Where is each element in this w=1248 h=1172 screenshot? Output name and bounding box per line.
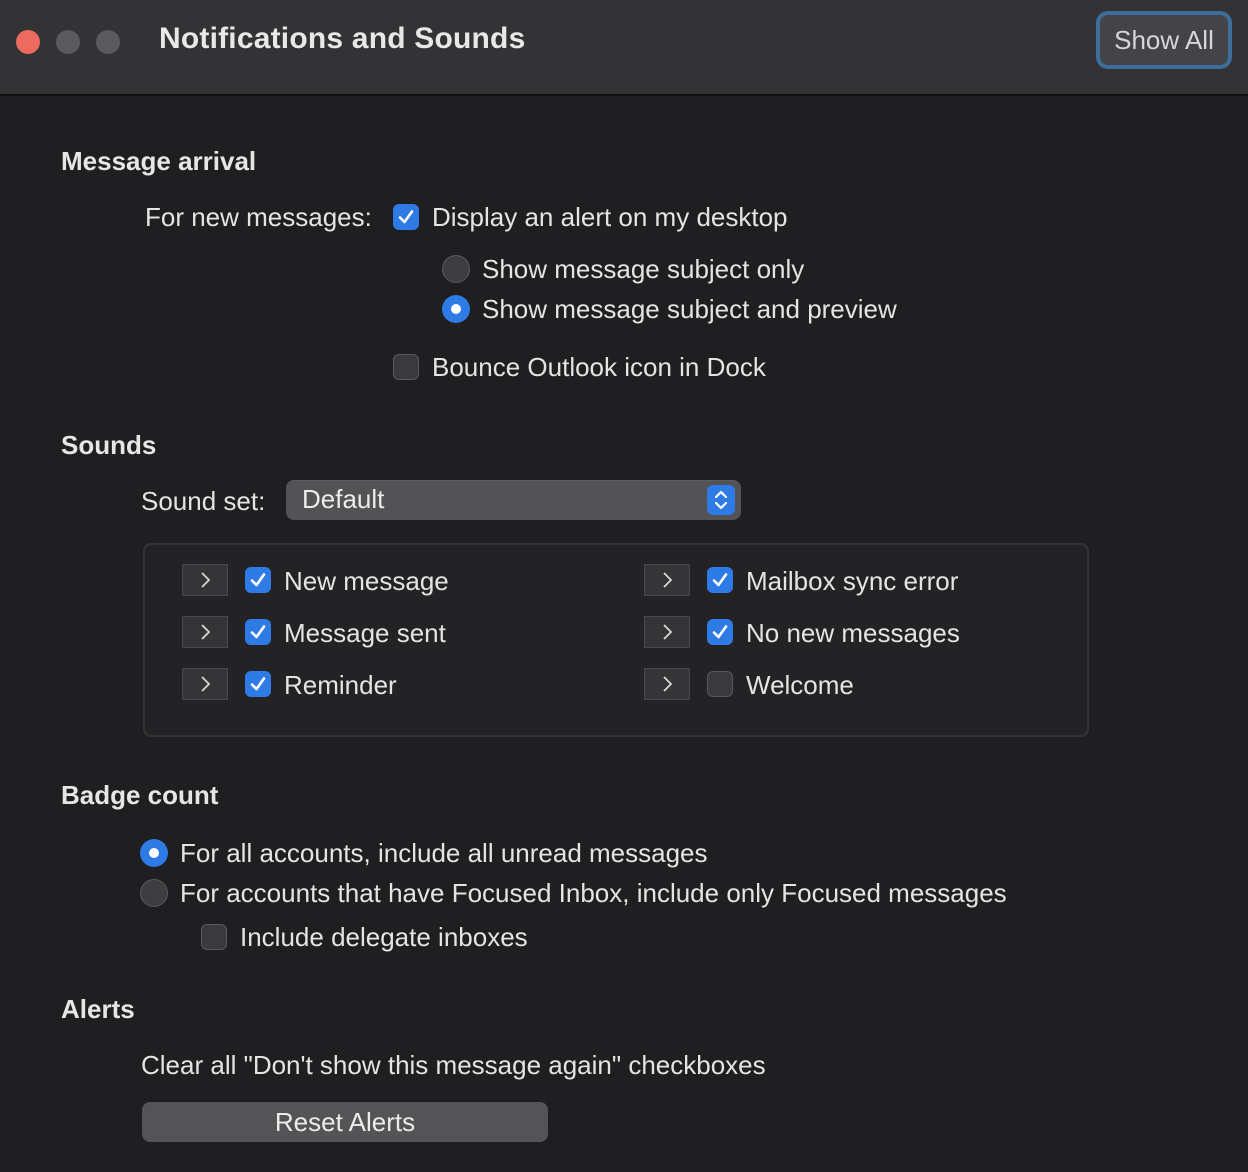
minimize-window-button[interactable] — [56, 30, 80, 54]
show-all-button[interactable]: Show All — [1096, 11, 1232, 69]
sound-set-value: Default — [302, 484, 385, 514]
chevron-right-icon — [663, 624, 673, 640]
new-message-checkbox[interactable] — [245, 567, 271, 593]
subject-preview-radio[interactable] — [442, 295, 470, 323]
message-arrival-heading: Message arrival — [61, 146, 257, 176]
message-sent-checkbox[interactable] — [245, 619, 271, 645]
welcome-checkbox[interactable] — [707, 671, 733, 697]
close-window-button[interactable] — [16, 30, 40, 54]
include-delegate-checkbox[interactable] — [201, 924, 227, 950]
welcome-label[interactable]: Welcome — [746, 670, 854, 701]
focused-only-radio[interactable] — [140, 879, 168, 907]
reminder-checkbox[interactable] — [245, 671, 271, 697]
alerts-heading: Alerts — [61, 994, 135, 1024]
expand-no-new-messages-button[interactable] — [644, 616, 690, 648]
message-sent-label[interactable]: Message sent — [284, 618, 446, 649]
mailbox-sync-error-label[interactable]: Mailbox sync error — [746, 566, 958, 597]
chevron-right-icon — [663, 572, 673, 588]
chevron-right-icon — [663, 676, 673, 692]
all-unread-radio[interactable] — [140, 839, 168, 867]
subject-only-radio[interactable] — [442, 255, 470, 283]
alerts-description: Clear all "Don't show this message again… — [141, 1050, 766, 1080]
chevron-right-icon — [201, 572, 211, 588]
subject-preview-label[interactable]: Show message subject and preview — [482, 294, 897, 325]
display-alert-label[interactable]: Display an alert on my desktop — [432, 202, 788, 233]
title-bar: Notifications and Sounds Show All — [0, 0, 1248, 96]
mailbox-sync-error-checkbox[interactable] — [707, 567, 733, 593]
checkmark-icon — [712, 573, 728, 587]
checkmark-icon — [250, 625, 266, 639]
checkmark-icon — [398, 210, 414, 224]
sound-set-label: Sound set: — [141, 486, 266, 516]
sounds-heading: Sounds — [61, 430, 157, 460]
chevron-right-icon — [201, 624, 211, 640]
no-new-messages-label[interactable]: No new messages — [746, 618, 960, 649]
display-alert-checkbox[interactable] — [393, 204, 419, 230]
bounce-icon-checkbox[interactable] — [393, 354, 419, 380]
checkmark-icon — [250, 573, 266, 587]
expand-mailbox-sync-error-button[interactable] — [644, 564, 690, 596]
reminder-label[interactable]: Reminder — [284, 670, 397, 701]
no-new-messages-checkbox[interactable] — [707, 619, 733, 645]
expand-message-sent-button[interactable] — [182, 616, 228, 648]
reset-alerts-button[interactable]: Reset Alerts — [142, 1102, 548, 1142]
updown-chevron-icon — [707, 485, 735, 515]
all-unread-label[interactable]: For all accounts, include all unread mes… — [180, 838, 708, 869]
checkmark-icon — [712, 625, 728, 639]
expand-new-message-button[interactable] — [182, 564, 228, 596]
for-new-messages-label: For new messages: — [145, 202, 372, 232]
window-title: Notifications and Sounds — [159, 22, 526, 55]
chevron-right-icon — [201, 676, 211, 692]
checkmark-icon — [250, 677, 266, 691]
badge-count-heading: Badge count — [61, 780, 219, 810]
subject-only-label[interactable]: Show message subject only — [482, 254, 804, 285]
sound-set-select[interactable]: Default — [286, 480, 741, 520]
expand-welcome-button[interactable] — [644, 668, 690, 700]
bounce-icon-label[interactable]: Bounce Outlook icon in Dock — [432, 352, 766, 383]
include-delegate-label[interactable]: Include delegate inboxes — [240, 922, 528, 953]
focused-only-label[interactable]: For accounts that have Focused Inbox, in… — [180, 878, 1007, 909]
new-message-label[interactable]: New message — [284, 566, 449, 597]
zoom-window-button[interactable] — [96, 30, 120, 54]
expand-reminder-button[interactable] — [182, 668, 228, 700]
